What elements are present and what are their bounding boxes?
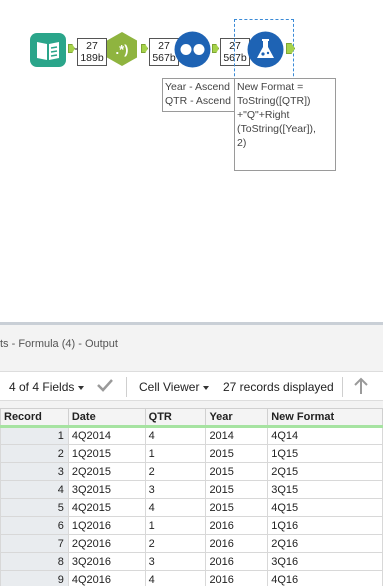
year-cell[interactable]: 2014 [205,426,269,445]
date-cell[interactable]: 4Q2014 [67,426,146,445]
year-cell[interactable]: 2015 [205,498,269,517]
table-row[interactable]: 5 4Q2015 4 2015 4Q15 [0,498,383,517]
regex-icon: .*) [107,32,137,66]
table-row[interactable]: 6 1Q2016 1 2016 1Q16 [0,516,383,535]
table-row[interactable]: 7 2Q2016 2 2016 2Q16 [0,534,383,553]
record-cell: 2 [0,444,69,463]
table-row[interactable]: 1 4Q2014 4 2014 4Q14 [0,426,383,445]
new-format-cell[interactable]: 4Q15 [267,498,383,517]
column-header-record[interactable]: Record [0,408,69,428]
book-icon [37,42,59,60]
header-row: Record Date QTR Year New Format [0,408,383,428]
table-row[interactable]: 3 2Q2015 2 2015 2Q15 [0,462,383,481]
new-format-cell[interactable]: 1Q16 [267,516,383,535]
multi-row-formula-tool[interactable]: .*) [104,31,140,67]
multi-row-output-anchor[interactable] [141,44,148,53]
toolbar-divider [342,377,343,397]
year-cell[interactable]: 2015 [205,480,269,499]
results-window: ts - Formula (4) - Output 4 of 4 Fields … [0,322,383,586]
cell-viewer-dropdown[interactable]: Cell Viewer [139,380,210,394]
table-row[interactable]: 2 1Q2015 1 2015 1Q15 [0,444,383,463]
new-format-cell[interactable]: 3Q15 [267,480,383,499]
sort-tool[interactable] [174,31,211,68]
column-header-qtr[interactable]: QTR [144,408,207,428]
qtr-cell[interactable]: 4 [144,426,207,445]
new-format-cell[interactable]: 4Q14 [267,426,383,445]
workflow-canvas[interactable]: 27 189b .*) 27 567b 27 567b Year - Ascen… [0,0,383,322]
fields-label: 4 of 4 Fields [9,380,75,394]
results-grid: Record Date QTR Year New Format 1 4Q2014 4… [0,408,383,586]
cell-viewer-label: Cell Viewer [139,380,200,394]
new-format-cell[interactable]: 1Q15 [267,444,383,463]
input-data-tool[interactable] [30,33,66,67]
date-cell[interactable]: 2Q2016 [67,534,146,553]
new-format-cell[interactable]: 2Q15 [267,462,383,481]
formula-annotation: New Format = ToString([QTR]) +"Q"+Right … [234,78,336,171]
column-header-date[interactable]: Date [67,408,146,428]
date-cell[interactable]: 4Q2016 [67,570,146,586]
table-row[interactable]: 9 4Q2016 4 2016 4Q16 [0,570,383,586]
sort-annotation: Year - Ascend QTR - Ascend [162,78,236,112]
table-row[interactable]: 8 3Q2016 3 2016 3Q16 [0,552,383,571]
qtr-cell[interactable]: 3 [144,552,207,571]
record-cell: 8 [0,552,69,571]
svg-text:.*): .*) [116,42,129,57]
date-cell[interactable]: 1Q2016 [67,516,146,535]
year-cell[interactable]: 2015 [205,462,269,481]
qtr-cell[interactable]: 3 [144,480,207,499]
input-output-anchor[interactable] [68,44,75,53]
qtr-cell[interactable]: 2 [144,534,207,553]
flask-icon [247,31,284,68]
date-cell[interactable]: 4Q2015 [67,498,146,517]
new-format-cell[interactable]: 4Q16 [267,570,383,586]
year-cell[interactable]: 2016 [205,516,269,535]
column-header-new-format[interactable]: New Format [267,408,383,428]
formula-tool[interactable] [247,31,284,68]
qtr-cell[interactable]: 2 [144,462,207,481]
results-toolbar: 4 of 4 Fields Cell Viewer 27 records dis… [0,371,383,401]
record-cell: 3 [0,462,69,481]
qtr-cell[interactable]: 1 [144,516,207,535]
year-cell[interactable]: 2016 [205,570,269,586]
qtr-cell[interactable]: 4 [144,498,207,517]
year-cell[interactable]: 2016 [205,552,269,571]
record-cell: 1 [0,426,69,445]
date-cell[interactable]: 3Q2015 [67,480,146,499]
fields-dropdown[interactable]: 4 of 4 Fields [9,380,85,394]
record-count-badge: 27 189b [77,38,107,66]
date-cell[interactable]: 3Q2016 [67,552,146,571]
dots-icon [174,31,211,68]
new-format-cell[interactable]: 3Q16 [267,552,383,571]
record-cell: 6 [0,516,69,535]
date-cell[interactable]: 1Q2015 [67,444,146,463]
column-header-year[interactable]: Year [205,408,269,428]
chevron-down-icon [203,385,210,390]
record-cell: 4 [0,480,69,499]
year-cell[interactable]: 2015 [205,444,269,463]
new-format-cell[interactable]: 2Q16 [267,534,383,553]
year-cell[interactable]: 2016 [205,534,269,553]
record-cell: 5 [0,498,69,517]
chevron-down-icon [78,385,85,390]
records-displayed-label: 27 records displayed [223,380,334,394]
date-cell[interactable]: 2Q2015 [67,462,146,481]
sort-output-anchor[interactable] [212,44,219,53]
qtr-cell[interactable]: 4 [144,570,207,586]
table-row[interactable]: 4 3Q2015 3 2015 3Q15 [0,480,383,499]
record-cell: 7 [0,534,69,553]
checkmark-icon[interactable] [97,378,113,395]
results-title: ts - Formula (4) - Output [0,338,118,350]
record-cell: 9 [0,570,69,586]
toolbar-divider [126,377,127,397]
arrow-up-icon[interactable] [353,377,369,398]
qtr-cell[interactable]: 1 [144,444,207,463]
